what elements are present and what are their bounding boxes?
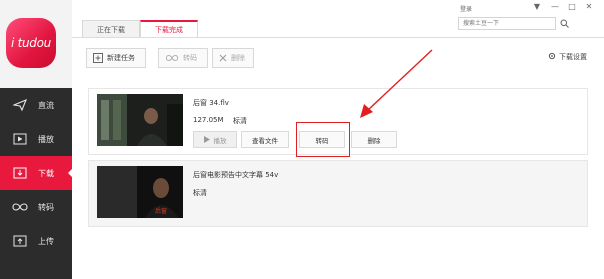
annotation-arrow [360, 49, 433, 118]
